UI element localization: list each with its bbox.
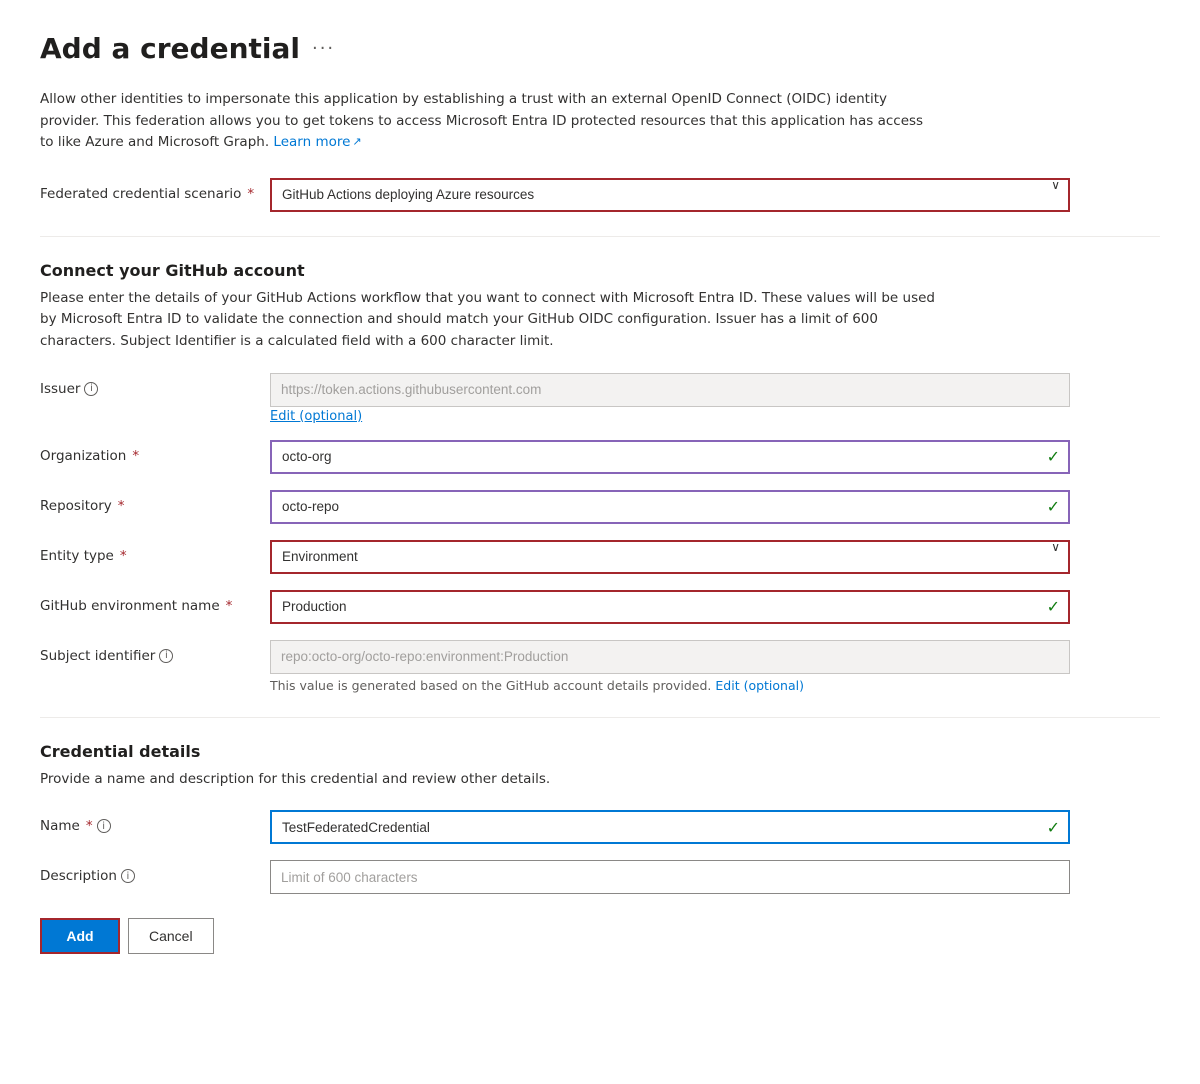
organization-label: Organization *	[40, 440, 270, 464]
federated-scenario-label: Federated credential scenario *	[40, 178, 270, 202]
subject-identifier-info-icon[interactable]: i	[159, 649, 173, 663]
organization-row: Organization * ✓	[40, 440, 1160, 474]
check-icon: ✓	[1047, 447, 1060, 466]
required-marker: *	[120, 548, 127, 564]
description-field-row: Description i	[40, 860, 1160, 894]
federated-scenario-select-wrapper: GitHub Actions deploying Azure resources…	[270, 178, 1070, 212]
chevron-down-icon: ∨	[1051, 178, 1060, 192]
page-title: Add a credential	[40, 32, 300, 65]
subject-identifier-input[interactable]	[270, 640, 1070, 674]
check-icon: ✓	[1047, 497, 1060, 516]
required-marker: *	[86, 818, 93, 834]
credential-details-heading: Credential details	[40, 742, 1160, 761]
federated-scenario-row: Federated credential scenario * GitHub A…	[40, 178, 1160, 212]
entity-type-row: Entity type * Environment ∨	[40, 540, 1160, 574]
repository-label: Repository *	[40, 490, 270, 514]
issuer-info-icon[interactable]: i	[84, 382, 98, 396]
check-icon: ✓	[1047, 818, 1060, 837]
name-info-icon[interactable]: i	[97, 819, 111, 833]
entity-type-select-wrapper: Environment ∨	[270, 540, 1070, 574]
issuer-label: Issuer i	[40, 373, 270, 397]
required-marker: *	[247, 186, 254, 202]
github-env-name-row: GitHub environment name * ✓	[40, 590, 1160, 624]
subject-identifier-input-wrapper	[270, 640, 1070, 674]
external-link-icon: ↗	[352, 133, 361, 151]
repository-control: ✓	[270, 490, 1070, 524]
entity-type-label: Entity type *	[40, 540, 270, 564]
github-env-name-control: ✓	[270, 590, 1070, 624]
name-label: Name * i	[40, 810, 270, 834]
organization-input-wrapper: ✓	[270, 440, 1070, 474]
entity-type-select[interactable]: Environment	[270, 540, 1070, 574]
credential-details-description: Provide a name and description for this …	[40, 769, 940, 791]
page-title-row: Add a credential ···	[40, 32, 1160, 65]
github-section-description: Please enter the details of your GitHub …	[40, 288, 940, 353]
github-env-name-input-wrapper: ✓	[270, 590, 1070, 624]
issuer-row: Issuer i Edit (optional)	[40, 373, 1160, 424]
issuer-control: Edit (optional)	[270, 373, 1070, 424]
github-env-name-label: GitHub environment name *	[40, 590, 270, 614]
issuer-edit-optional-link[interactable]: Edit (optional)	[270, 409, 1070, 424]
entity-type-control: Environment ∨	[270, 540, 1070, 574]
learn-more-link[interactable]: Learn more↗	[273, 134, 361, 150]
subject-identifier-hint: This value is generated based on the Git…	[270, 678, 1070, 693]
subject-identifier-label: Subject identifier i	[40, 640, 270, 664]
description-text: Allow other identities to impersonate th…	[40, 91, 923, 150]
federated-scenario-select[interactable]: GitHub Actions deploying Azure resources	[270, 178, 1070, 212]
required-marker: *	[132, 448, 139, 464]
description-info-icon[interactable]: i	[121, 869, 135, 883]
cancel-button[interactable]: Cancel	[128, 918, 214, 954]
subject-identifier-control: This value is generated based on the Git…	[270, 640, 1070, 693]
required-marker: *	[226, 598, 233, 614]
name-control: ✓	[270, 810, 1070, 844]
chevron-down-icon: ∨	[1051, 540, 1060, 554]
organization-control: ✓	[270, 440, 1070, 474]
github-section-heading: Connect your GitHub account	[40, 261, 1160, 280]
ellipsis-menu-button[interactable]: ···	[312, 38, 335, 59]
issuer-input[interactable]	[270, 373, 1070, 407]
divider-2	[40, 717, 1160, 718]
subject-identifier-edit-optional-link[interactable]: Edit (optional)	[715, 678, 804, 693]
required-marker: *	[118, 498, 125, 514]
name-row: Name * i ✓	[40, 810, 1160, 844]
issuer-input-wrapper	[270, 373, 1070, 407]
repository-input-wrapper: ✓	[270, 490, 1070, 524]
repository-row: Repository * ✓	[40, 490, 1160, 524]
buttons-row: Add Cancel	[40, 918, 1160, 954]
github-env-name-input[interactable]	[270, 590, 1070, 624]
divider-1	[40, 236, 1160, 237]
repository-input[interactable]	[270, 490, 1070, 524]
description-input-wrapper	[270, 860, 1070, 894]
name-input-wrapper: ✓	[270, 810, 1070, 844]
description-input[interactable]	[270, 860, 1070, 894]
add-button[interactable]: Add	[40, 918, 120, 954]
description-field-control	[270, 860, 1070, 894]
description-field-label: Description i	[40, 860, 270, 884]
subject-identifier-row: Subject identifier i This value is gener…	[40, 640, 1160, 693]
federated-scenario-control: GitHub Actions deploying Azure resources…	[270, 178, 1070, 212]
page-description: Allow other identities to impersonate th…	[40, 89, 940, 154]
name-input[interactable]	[270, 810, 1070, 844]
check-icon: ✓	[1047, 597, 1060, 616]
organization-input[interactable]	[270, 440, 1070, 474]
